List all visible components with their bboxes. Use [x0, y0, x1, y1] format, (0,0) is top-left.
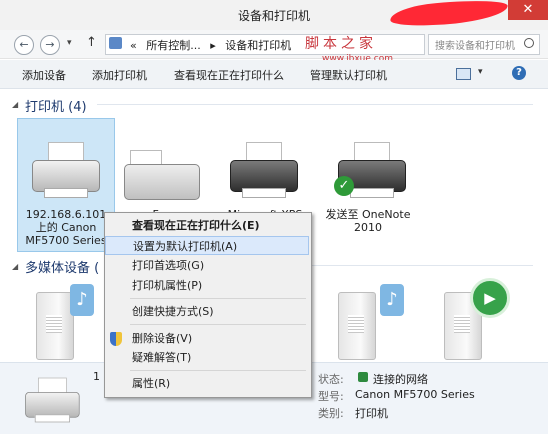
printer-label-line: 2010 — [354, 221, 382, 234]
menu-item-label: 设置为默认打印机(A) — [133, 240, 238, 253]
recent-locations-dropdown[interactable]: ▾ — [67, 38, 72, 48]
model-label: 型号: — [318, 390, 344, 403]
group-header-printers[interactable]: 打印机 (4) — [25, 96, 87, 115]
fax-icon[interactable] — [124, 150, 200, 210]
status-label: 状态: — [318, 373, 344, 386]
see-whats-printing-button[interactable]: 查看现在正在打印什么 — [174, 67, 284, 83]
menu-item-set-default[interactable]: 设置为默认打印机(A) — [105, 236, 309, 255]
breadcrumb-overflow[interactable]: « — [130, 39, 137, 52]
help-icon[interactable]: ? — [512, 66, 526, 80]
breadcrumb-devices-printers[interactable]: 设备和打印机 — [225, 39, 291, 52]
details-name-fragment: 1 — [93, 370, 100, 383]
category-value: 打印机 — [355, 407, 388, 420]
media-device-icon[interactable] — [36, 292, 74, 360]
printer-label-line: 上的 Canon — [35, 221, 97, 234]
network-icon — [358, 372, 368, 382]
menu-item-remove-device[interactable]: 删除设备(V) — [105, 329, 309, 348]
search-icon[interactable] — [524, 38, 534, 48]
menu-separator — [130, 370, 306, 371]
manage-default-printers-button[interactable]: 管理默认打印机 — [310, 67, 387, 83]
music-note-icon: ♪ — [380, 284, 404, 316]
printer-label-line: 发送至 OneNote — [325, 208, 411, 221]
printer-icon — [28, 140, 102, 200]
up-button[interactable]: ↑ — [86, 35, 97, 50]
change-view-chevron-icon[interactable]: ▾ — [478, 67, 483, 77]
breadcrumb-all-control-panel[interactable]: 所有控制... — [146, 39, 201, 52]
default-check-icon: ✓ — [334, 176, 354, 196]
change-view-icon[interactable] — [456, 68, 471, 80]
printer-label: 192.168.6.101 上的 Canon MF5700 Series — [17, 208, 115, 247]
menu-separator — [130, 324, 306, 325]
menu-item-printer-properties[interactable]: 打印机属性(P) — [105, 276, 309, 295]
control-panel-icon — [109, 37, 122, 49]
model-value: Canon MF5700 Series — [355, 388, 475, 401]
menu-item-printing-preferences[interactable]: 打印首选项(G) — [105, 256, 309, 275]
printer-label-line: 192.168.6.101 — [25, 208, 107, 221]
category-label: 类别: — [318, 407, 344, 420]
media-device-icon[interactable] — [338, 292, 376, 360]
back-button[interactable]: ← — [14, 35, 34, 55]
group-header-multimedia[interactable]: 多媒体设备 ( — [25, 257, 99, 276]
collapse-chevron-icon[interactable]: ◢ — [12, 100, 18, 109]
watermark-text: 脚本之家 — [305, 36, 377, 52]
search-placeholder: 搜索设备和打印机 — [435, 41, 515, 52]
printer-icon[interactable] — [226, 140, 300, 200]
collapse-chevron-icon[interactable]: ◢ — [12, 262, 18, 271]
printer-icon[interactable]: ✓ — [334, 140, 408, 200]
play-icon: ▶ — [470, 278, 510, 318]
close-button[interactable]: ✕ — [508, 0, 548, 20]
menu-item-troubleshoot[interactable]: 疑难解答(T) — [105, 348, 309, 367]
menu-item-label: 疑难解答(T) — [132, 351, 192, 364]
printer-label-line: MF5700 Series — [25, 234, 107, 247]
status-value: 连接的网络 — [373, 373, 428, 386]
menu-item-see-whats-printing[interactable]: 查看现在正在打印什么(E) — [105, 216, 309, 235]
add-printer-button[interactable]: 添加打印机 — [92, 67, 147, 83]
menu-separator — [130, 298, 306, 299]
breadcrumb-separator: ▸ — [210, 39, 216, 52]
menu-item-create-shortcut[interactable]: 创建快捷方式(S) — [105, 302, 309, 321]
menu-item-label: 查看现在正在打印什么(E) — [132, 219, 260, 232]
breadcrumb[interactable]: « 所有控制... ▸ 设备和打印机 — [130, 37, 297, 53]
menu-item-label: 打印首选项(G) — [132, 259, 205, 272]
add-device-button[interactable]: 添加设备 — [22, 67, 66, 83]
menu-item-label: 属性(R) — [132, 377, 171, 390]
menu-item-label: 创建快捷方式(S) — [132, 305, 214, 318]
forward-button[interactable]: → — [40, 35, 60, 55]
group-divider — [97, 104, 533, 105]
music-note-icon: ♪ — [70, 284, 94, 316]
menu-item-properties[interactable]: 属性(R) — [105, 374, 309, 393]
menu-item-label: 打印机属性(P) — [132, 279, 203, 292]
group-divider — [310, 265, 533, 266]
menu-item-label: 删除设备(V) — [132, 332, 193, 345]
printer-label: 发送至 OneNote 2010 — [318, 208, 418, 234]
selected-printer-icon — [22, 376, 81, 424]
